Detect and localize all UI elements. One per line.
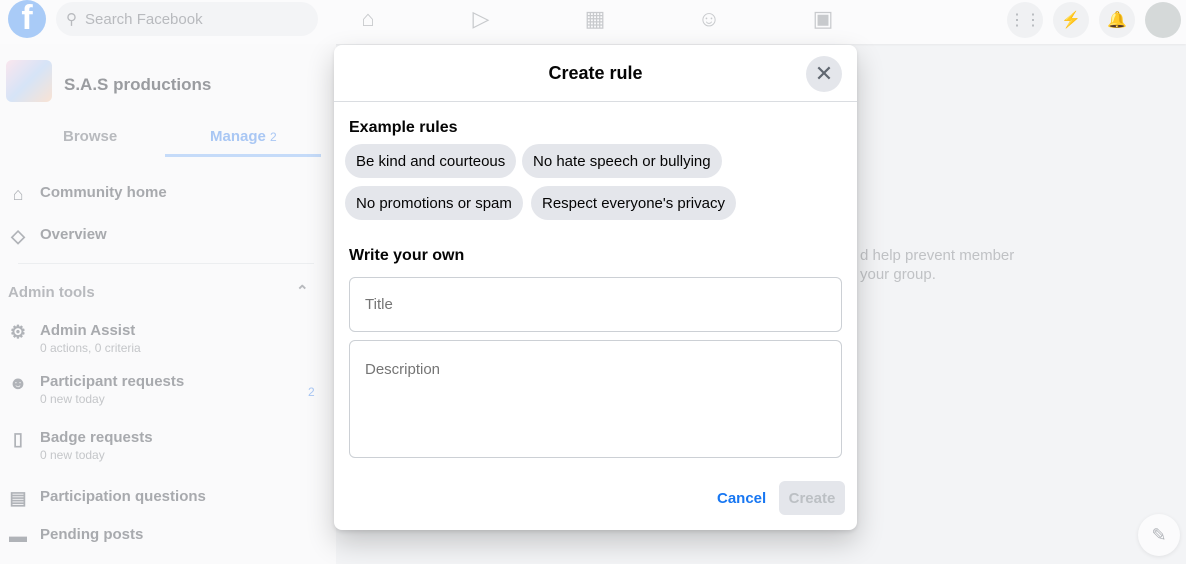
gear-icon: ⚙: [9, 322, 27, 342]
manage-badge: 2: [270, 130, 277, 144]
divider: [334, 101, 857, 102]
create-button[interactable]: Create: [779, 481, 845, 515]
watch-icon[interactable]: ▷: [468, 6, 494, 32]
menu-grid-icon[interactable]: ⋮⋮: [1007, 2, 1043, 38]
sidebar-item-badge-requests[interactable]: ▯ Badge requests 0 new today: [8, 429, 153, 462]
example-rule-chip[interactable]: Be kind and courteous: [345, 144, 517, 178]
tab-browse[interactable]: Browse: [63, 128, 117, 145]
close-button[interactable]: ✕: [806, 56, 842, 92]
create-rule-dialog: Create rule ✕ Example rules Be kind and …: [334, 45, 857, 530]
sidebar-item-pending-posts[interactable]: ▬ Pending posts: [8, 526, 143, 547]
rule-description-input[interactable]: [349, 340, 842, 458]
layers-icon: ◇: [11, 226, 25, 246]
new-message-icon[interactable]: ✎: [1138, 514, 1180, 556]
sidebar-item-overview[interactable]: ◇ Overview: [8, 226, 107, 247]
admin-tools-header[interactable]: Admin tools ⌃: [8, 283, 309, 301]
home-icon[interactable]: ⌂: [355, 6, 381, 32]
cancel-button[interactable]: Cancel: [717, 490, 766, 507]
facebook-logo[interactable]: f: [8, 0, 46, 38]
search-icon: ⚲: [66, 11, 77, 28]
notifications-icon[interactable]: 🔔: [1099, 2, 1135, 38]
requests-badge: 2: [308, 385, 315, 399]
tab-manage[interactable]: Manage 2: [210, 128, 277, 145]
sidebar: S.A.S productions Browse Manage 2 ⌂ Commu…: [0, 44, 336, 564]
active-tab-indicator: [165, 154, 321, 157]
group-name[interactable]: S.A.S productions: [64, 75, 211, 95]
write-your-own-label: Write your own: [349, 247, 465, 264]
marketplace-icon[interactable]: ▦: [582, 6, 608, 32]
background-description: d help prevent member your group.: [860, 247, 1015, 283]
close-icon: ✕: [814, 61, 834, 86]
question-form-icon: ▤: [9, 488, 27, 508]
group-image: [6, 60, 52, 102]
top-bar: f ⚲ Search Facebook ⌂ ▷ ▦ ☺ ▣ ⋮⋮ ⚡ 🔔: [0, 0, 1186, 44]
groups-icon[interactable]: ☺: [696, 6, 722, 32]
example-rule-chip[interactable]: No hate speech or bullying: [522, 144, 722, 178]
sidebar-item-participation-questions[interactable]: ▤ Participation questions: [8, 488, 205, 509]
posts-icon: ▬: [9, 526, 27, 546]
example-rules-label: Example rules: [349, 119, 458, 136]
example-rule-chip[interactable]: No promotions or spam: [345, 186, 523, 220]
person-check-icon: ☻: [8, 373, 28, 393]
sidebar-item-community-home[interactable]: ⌂ Community home: [8, 184, 167, 205]
divider: [18, 263, 314, 264]
rule-title-input[interactable]: [349, 277, 842, 332]
search-input[interactable]: ⚲ Search Facebook: [56, 2, 318, 36]
sidebar-item-admin-assist[interactable]: ⚙ Admin Assist 0 actions, 0 criteria: [8, 322, 141, 355]
sidebar-item-participant-requests[interactable]: ☻ Participant requests 0 new today 2: [8, 373, 328, 406]
badge-icon: ▯: [13, 429, 23, 449]
home-icon: ⌂: [12, 184, 24, 204]
example-rule-chip[interactable]: Respect everyone's privacy: [531, 186, 736, 220]
dialog-title: Create rule: [548, 63, 643, 83]
gaming-icon[interactable]: ▣: [810, 6, 836, 32]
messenger-icon[interactable]: ⚡: [1053, 2, 1089, 38]
avatar[interactable]: [1145, 2, 1181, 38]
chevron-up-icon[interactable]: ⌃: [296, 282, 309, 300]
